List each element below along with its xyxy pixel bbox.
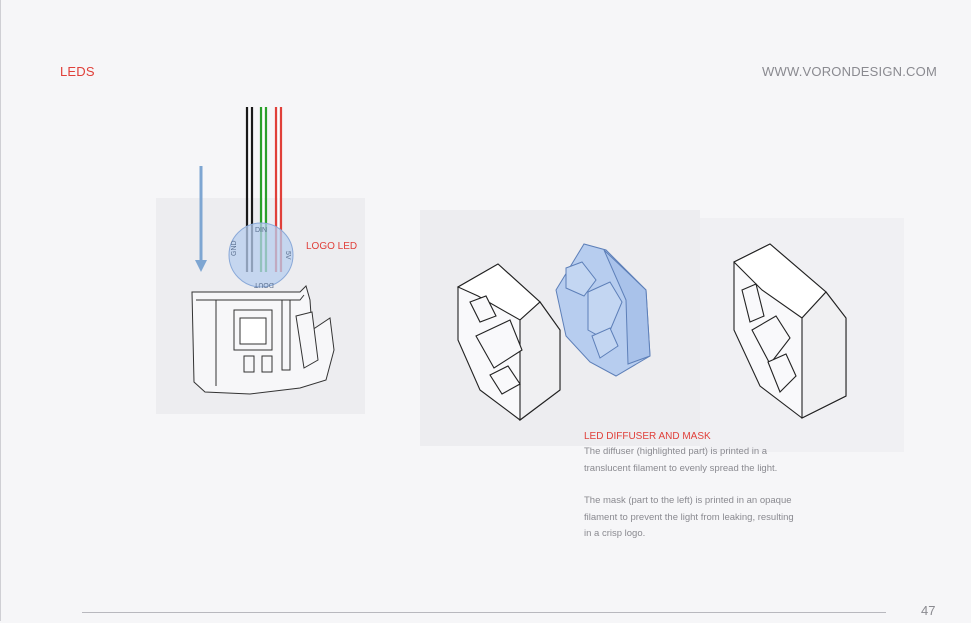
footer-rule (82, 612, 886, 613)
diffuser-mask-caption: LED DIFFUSER AND MASK The diffuser (high… (584, 431, 824, 543)
caption-paragraph-2: The mask (part to the left) is printed i… (584, 495, 794, 539)
mask-part (456, 263, 561, 422)
caption-paragraph-1: The diffuser (highlighted part) is print… (584, 446, 778, 474)
page-number: 47 (921, 603, 936, 618)
diffuser-part (555, 243, 651, 377)
assembled-logo-part (733, 243, 847, 419)
caption-title: LED DIFFUSER AND MASK (584, 431, 711, 442)
diffuser-mask-illustration (456, 243, 847, 422)
